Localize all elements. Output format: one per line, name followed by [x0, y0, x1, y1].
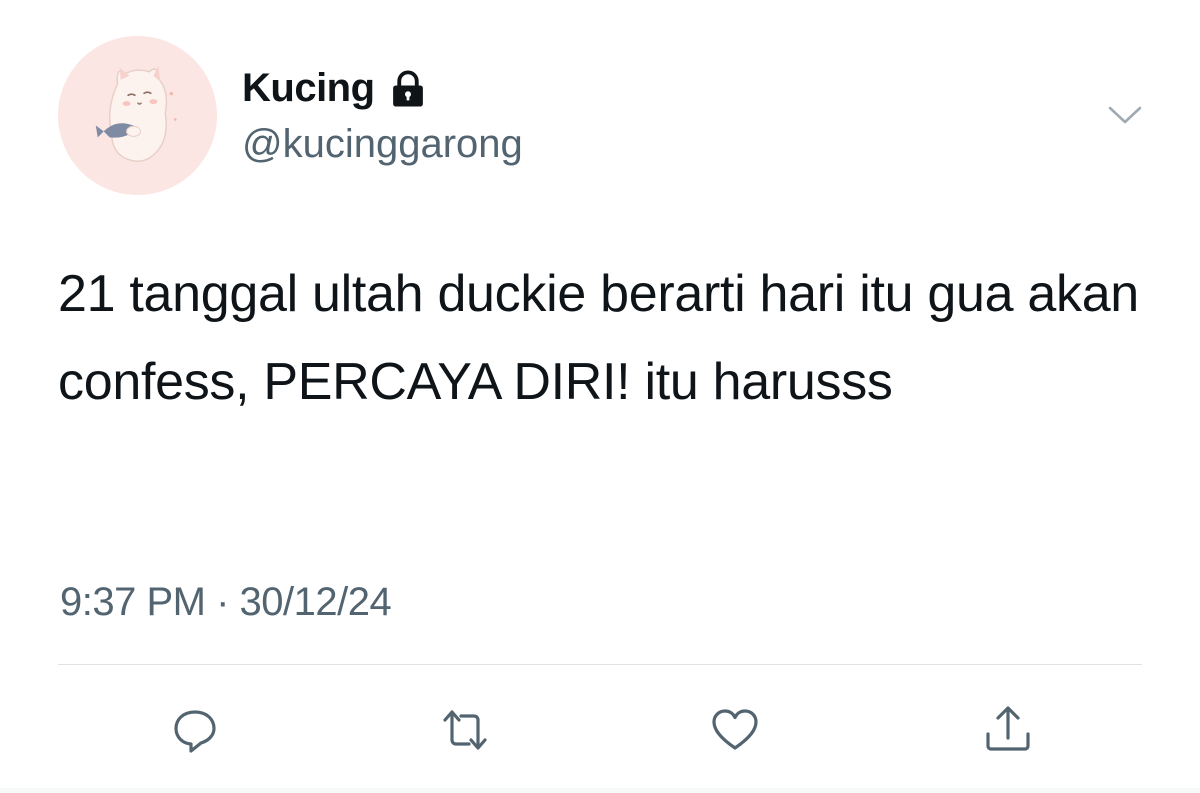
avatar[interactable] — [58, 36, 217, 195]
share-button[interactable] — [978, 700, 1038, 760]
cat-avatar-image — [58, 36, 217, 195]
user-name-row: Kucing — [242, 64, 429, 112]
share-icon — [986, 706, 1030, 751]
reply-icon — [174, 710, 216, 753]
display-name[interactable]: Kucing — [242, 64, 375, 112]
user-handle[interactable]: @kucinggarong — [242, 120, 523, 168]
retweet-button[interactable] — [435, 700, 495, 760]
tweet-time: 9:37 PM — [60, 580, 206, 624]
tweet-actions-bar — [0, 700, 1200, 760]
chevron-down-icon[interactable] — [1104, 100, 1146, 130]
retweet-icon — [443, 710, 487, 750]
tweet-date: 30/12/24 — [239, 580, 392, 624]
tweet-card: Kucing @kucinggarong 21 tanggal ultah du… — [0, 0, 1200, 793]
tweet-text: 21 tanggal ultah duckie berarti hari itu… — [58, 265, 1139, 411]
heart-icon — [712, 709, 758, 750]
timestamp-separator: · — [216, 580, 229, 624]
divider — [58, 664, 1142, 665]
bottom-separator — [0, 788, 1200, 793]
like-button[interactable] — [705, 700, 765, 760]
tweet-timestamp[interactable]: 9:37 PM · 30/12/24 — [60, 578, 392, 626]
lock-icon — [392, 70, 423, 107]
reply-button[interactable] — [165, 700, 225, 760]
